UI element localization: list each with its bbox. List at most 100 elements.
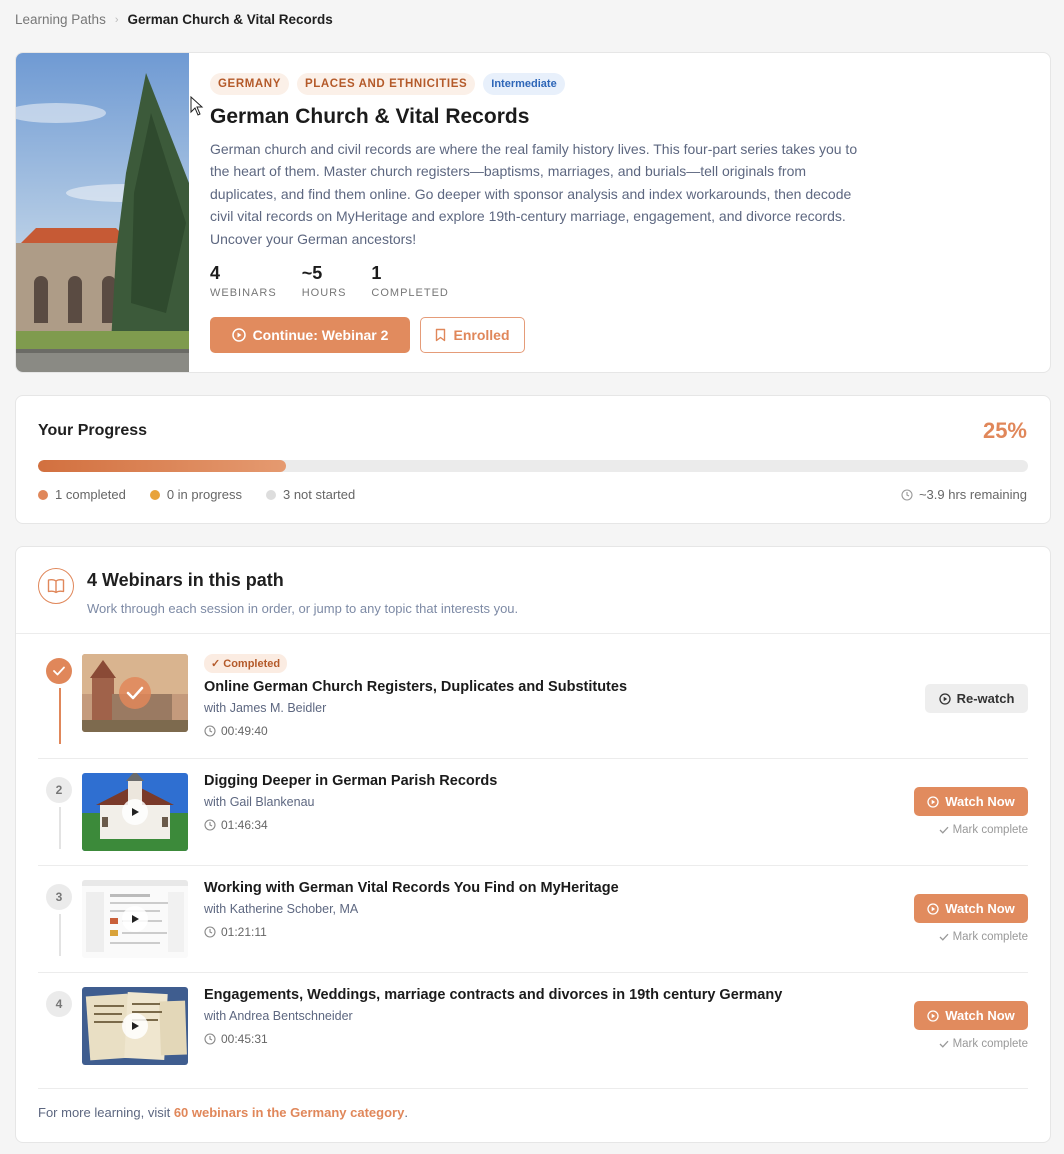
time-remaining-label: ~3.9 hrs remaining bbox=[918, 487, 1027, 502]
progress-percent: 25% bbox=[982, 418, 1027, 443]
step-connector bbox=[59, 688, 61, 744]
row-divider bbox=[38, 865, 1028, 866]
webinars-subtitle: Work through each session in order, or j… bbox=[87, 601, 519, 616]
watch-now-button[interactable]: Watch Now bbox=[914, 787, 1028, 816]
tag-germany[interactable]: GERMANY bbox=[210, 73, 289, 95]
progress-card: Your Progress 25% 1 completed 0 in progr… bbox=[15, 395, 1051, 524]
in-progress-dot-icon bbox=[149, 489, 160, 500]
legend-completed-label: 1 completed bbox=[55, 487, 126, 502]
stat-value: 1 bbox=[371, 263, 382, 284]
hero-body: GERMANY PLACES AND ETHNICITIES Intermedi… bbox=[210, 73, 870, 354]
step-connector bbox=[59, 807, 61, 849]
step-number: 4 bbox=[46, 991, 72, 1017]
webinar-info: Digging Deeper in German Parish Records … bbox=[204, 773, 844, 832]
webinar-row[interactable]: 4 Engagements, Weddings, marriage contra… bbox=[38, 987, 1028, 1080]
legend-in-progress: 0 in progress bbox=[149, 487, 242, 502]
breadcrumb-separator: › bbox=[114, 13, 119, 26]
step-number: 2 bbox=[46, 777, 72, 803]
divider bbox=[16, 633, 1050, 634]
stat-completed: 1 COMPLETED bbox=[371, 263, 448, 299]
progress-title: Your Progress bbox=[38, 422, 148, 439]
webinar-presenter: with Gail Blankenau bbox=[204, 795, 315, 809]
legend-in-progress-label: 0 in progress bbox=[166, 487, 242, 502]
stat-label: HOURS bbox=[301, 287, 347, 300]
check-icon bbox=[939, 933, 949, 941]
progress-bar-fill bbox=[38, 460, 286, 472]
webinar-duration: 00:45:31 bbox=[204, 1032, 844, 1046]
watch-now-button[interactable]: Watch Now bbox=[914, 894, 1028, 923]
legend-not-started: 3 not started bbox=[265, 487, 356, 502]
legend-not-started-label: 3 not started bbox=[282, 487, 356, 502]
watch-now-label: Watch Now bbox=[945, 1008, 1015, 1023]
duration-label: 01:21:11 bbox=[221, 925, 267, 939]
tag-list: GERMANY PLACES AND ETHNICITIES Intermedi… bbox=[210, 73, 870, 95]
clock-icon bbox=[204, 819, 216, 831]
play-icon bbox=[122, 1013, 148, 1039]
webinar-thumbnail[interactable] bbox=[82, 773, 188, 851]
tag-places-ethnicities[interactable]: PLACES AND ETHNICITIES bbox=[296, 73, 476, 95]
completed-badge: ✓ Completed bbox=[204, 654, 288, 673]
webinar-title[interactable]: Digging Deeper in German Parish Records bbox=[204, 773, 844, 789]
duration-label: 00:45:31 bbox=[221, 1032, 268, 1046]
continue-button-label: Continue: Webinar 2 bbox=[252, 327, 389, 344]
webinar-title[interactable]: Online German Church Registers, Duplicat… bbox=[204, 679, 844, 695]
row-divider bbox=[38, 972, 1028, 973]
webinar-presenter: with Andrea Bentschneider bbox=[204, 1009, 353, 1023]
germany-category-link[interactable]: 60 webinars in the Germany category bbox=[174, 1105, 404, 1120]
play-circle-icon bbox=[927, 795, 939, 808]
webinar-title[interactable]: Engagements, Weddings, marriage contract… bbox=[204, 987, 844, 1003]
webinar-thumbnail[interactable] bbox=[82, 654, 188, 732]
webinar-title[interactable]: Working with German Vital Records You Fi… bbox=[204, 880, 844, 896]
progress-legend: 1 completed 0 in progress 3 not started bbox=[38, 487, 355, 502]
divider bbox=[38, 1088, 1028, 1089]
webinar-presenter: with James M. Beidler bbox=[204, 701, 327, 715]
stat-hours: ~5 HOURS bbox=[302, 263, 347, 299]
not-started-dot-icon bbox=[265, 489, 276, 500]
hero-church-image bbox=[16, 53, 189, 372]
duration-label: 00:49:40 bbox=[221, 724, 268, 738]
step-number: 3 bbox=[46, 884, 72, 910]
mark-complete-label: Mark complete bbox=[952, 931, 1028, 943]
step-connector bbox=[59, 914, 61, 956]
footer-note: For more learning, visit 60 webinars in … bbox=[38, 1105, 408, 1120]
continue-button[interactable]: Continue: Webinar 2 bbox=[210, 317, 410, 354]
footer-end: . bbox=[404, 1105, 408, 1120]
rewatch-button[interactable]: Re-watch bbox=[925, 684, 1028, 713]
play-icon bbox=[122, 799, 148, 825]
breadcrumb: Learning Paths › German Church & Vital R… bbox=[15, 12, 333, 27]
time-remaining: ~3.9 hrs remaining bbox=[901, 487, 1027, 502]
stat-label: COMPLETED bbox=[371, 287, 449, 300]
check-icon bbox=[939, 826, 949, 834]
webinar-row[interactable]: 2 Digging Deeper in German Parish Record… bbox=[38, 773, 1028, 866]
hero-actions: Continue: Webinar 2 Enrolled bbox=[210, 317, 870, 354]
enrolled-button-label: Enrolled bbox=[453, 327, 510, 344]
check-icon bbox=[939, 1040, 949, 1048]
webinar-row[interactable]: ✓ Completed Online German Church Registe… bbox=[38, 654, 1028, 759]
webinar-info: Engagements, Weddings, marriage contract… bbox=[204, 987, 844, 1046]
webinar-row[interactable]: 3 Working with German Vital Records You … bbox=[38, 880, 1028, 973]
legend-completed: 1 completed bbox=[38, 487, 126, 502]
bookmark-icon bbox=[436, 328, 446, 342]
enrolled-button[interactable]: Enrolled bbox=[420, 317, 525, 354]
progress-bar bbox=[38, 460, 1028, 472]
stats-row: 4 WEBINARS ~5 HOURS 1 COMPLETED bbox=[210, 263, 870, 299]
mark-complete-link[interactable]: Mark complete bbox=[939, 931, 1028, 943]
page-title: German Church & Vital Records bbox=[210, 105, 530, 128]
watch-now-button[interactable]: Watch Now bbox=[914, 1001, 1028, 1030]
breadcrumb-current: German Church & Vital Records bbox=[127, 12, 333, 27]
mark-complete-label: Mark complete bbox=[952, 824, 1028, 836]
webinar-duration: 01:21:11 bbox=[204, 925, 844, 939]
level-badge: Intermediate bbox=[483, 73, 565, 95]
webinar-thumbnail[interactable] bbox=[82, 880, 188, 958]
webinar-thumbnail[interactable] bbox=[82, 987, 188, 1065]
webinar-info: Working with German Vital Records You Fi… bbox=[204, 880, 844, 939]
webinars-card: 4 Webinars in this path Work through eac… bbox=[15, 546, 1051, 1143]
mark-complete-link[interactable]: Mark complete bbox=[939, 824, 1028, 836]
watch-now-label: Watch Now bbox=[945, 794, 1015, 809]
mouse-cursor-icon bbox=[190, 96, 204, 116]
play-circle-icon bbox=[927, 1009, 939, 1022]
breadcrumb-learning-paths[interactable]: Learning Paths bbox=[15, 12, 106, 27]
clock-icon bbox=[204, 1033, 216, 1045]
mark-complete-link[interactable]: Mark complete bbox=[939, 1038, 1028, 1050]
path-description: German church and civil records are wher… bbox=[210, 141, 858, 247]
